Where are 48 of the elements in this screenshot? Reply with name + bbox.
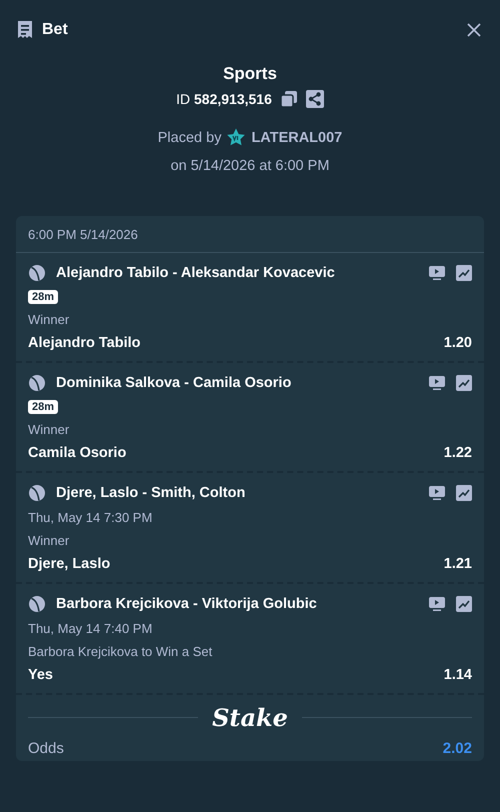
event-name[interactable]: Dominika Salkova - Camila Osorio	[56, 375, 292, 391]
total-label: Odds	[28, 740, 64, 757]
tennis-ball-icon	[28, 264, 46, 282]
live-time-badge: 28m	[28, 290, 58, 304]
tv-icon[interactable]	[428, 596, 446, 612]
placed-date: on 5/14/2026 at 6:00 PM	[170, 158, 330, 174]
market-name: Winner	[28, 422, 70, 437]
bet-id: ID 582,913,516	[176, 91, 272, 107]
chart-icon[interactable]	[456, 375, 472, 391]
close-button[interactable]	[466, 22, 482, 38]
event-start-time: Thu, May 14 7:30 PM	[28, 510, 154, 525]
slip-timestamp: 6:00 PM 5/14/2026	[16, 216, 484, 253]
selection-odds: 1.22	[444, 445, 472, 461]
selection-name: Alejandro Tabilo	[28, 335, 141, 351]
total-value: 2.02	[442, 740, 472, 757]
market-name: Winner	[28, 312, 70, 327]
close-icon	[466, 22, 482, 38]
tennis-ball-icon	[28, 484, 46, 502]
tennis-ball-icon	[28, 595, 46, 613]
market-name: Winner	[28, 533, 70, 548]
star-badge-icon	[226, 128, 246, 148]
copy-icon[interactable]	[280, 90, 298, 108]
selection-odds: 1.20	[444, 335, 472, 351]
selection-name: Djere, Laslo	[28, 556, 110, 572]
selection-odds: 1.14	[444, 667, 472, 683]
chart-icon[interactable]	[456, 596, 472, 612]
bet-category: Sports	[223, 64, 277, 84]
tv-icon[interactable]	[428, 265, 446, 281]
tv-icon[interactable]	[428, 485, 446, 501]
selection-name: Yes	[28, 667, 53, 683]
username[interactable]: LATERAL007	[251, 130, 342, 146]
market-name: Barbora Krejcikova to Win a Set	[28, 644, 214, 659]
chart-icon[interactable]	[456, 265, 472, 281]
event-name[interactable]: Alejandro Tabilo - Aleksandar Kovacevic	[56, 265, 335, 281]
share-icon[interactable]	[306, 90, 324, 108]
placed-by-label: Placed by	[158, 130, 222, 146]
brand-logo: Stake	[212, 703, 288, 732]
selection-odds: 1.21	[444, 556, 472, 572]
event-start-time: Thu, May 14 7:40 PM	[28, 621, 154, 636]
dialog-title: Bet	[42, 21, 68, 39]
chart-icon[interactable]	[456, 485, 472, 501]
event-name[interactable]: Barbora Krejcikova - Viktorija Golubic	[56, 596, 317, 612]
event-name[interactable]: Djere, Laslo - Smith, Colton	[56, 485, 246, 501]
selection-name: Camila Osorio	[28, 445, 126, 461]
live-time-badge: 28m	[28, 400, 58, 414]
receipt-icon	[16, 20, 34, 40]
tv-icon[interactable]	[428, 375, 446, 391]
tennis-ball-icon	[28, 374, 46, 392]
